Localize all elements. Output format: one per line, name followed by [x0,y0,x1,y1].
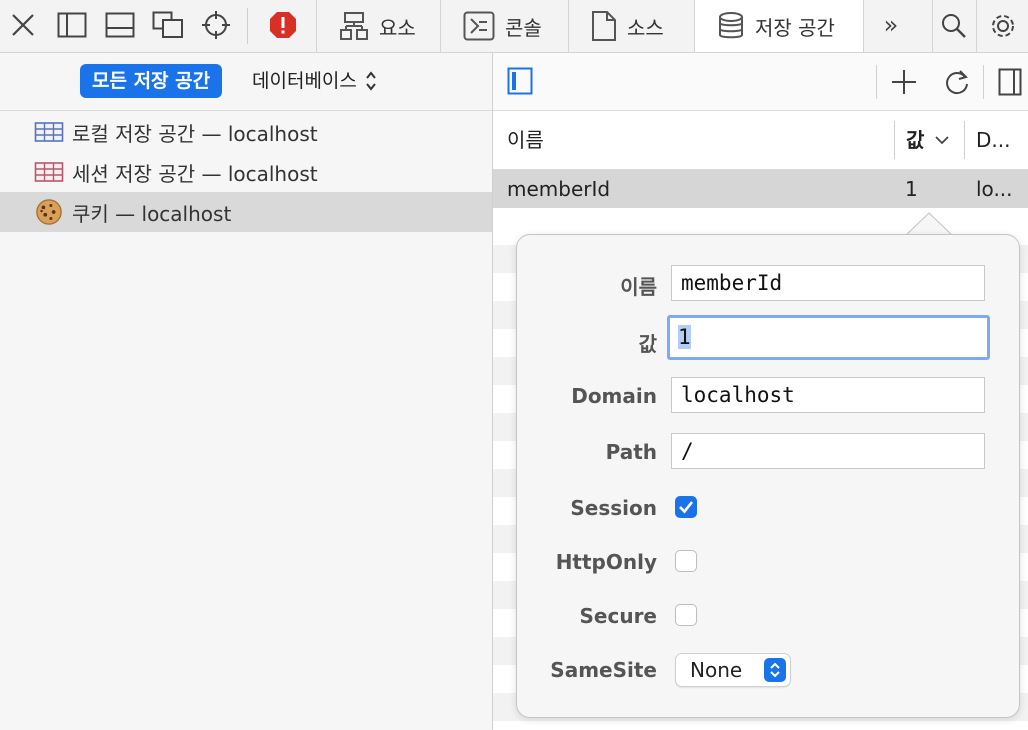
selected-text: 1 [678,325,691,349]
popover-arrow [905,212,953,236]
error-icon[interactable] [266,8,300,42]
httponly-checkbox[interactable] [675,550,697,572]
name-label: 이름 [620,275,657,299]
session-label: Session [570,496,657,520]
samesite-label: SameSite [550,658,657,682]
column-header-domain[interactable]: D... [976,111,1010,169]
path-label: Path [605,440,657,464]
sidebar-left-icon[interactable] [55,8,89,42]
toggle-sidebar-icon[interactable] [507,67,533,99]
session-checkbox[interactable] [675,496,697,518]
samesite-select[interactable]: None [675,653,791,687]
sources-icon [592,11,616,41]
sidebar-item-cookies[interactable]: 쿠키 — localhost [0,192,492,232]
value-label: 값 [638,332,657,356]
toolbar-divider [876,65,877,99]
elements-icon [340,12,368,40]
chevron-updown-icon [366,71,376,91]
secure-checkbox[interactable] [675,604,697,626]
cell-name: memberId [507,177,611,201]
sidebar-item-label: 세션 저장 공간 — localhost [72,161,318,186]
cookie-detail-popover: 이름 memberId 값 1 Domain localhost Path / … [516,234,1020,718]
devtools-toolbar: 요소 콘솔 소스 저장 공간 » [0,0,1028,53]
sidebar-item-local-storage[interactable]: 로컬 저장 공간 — localhost [0,112,492,152]
table-toolbar [493,53,1028,111]
column-header-name[interactable]: 이름 [507,111,544,169]
table-red-icon [34,162,64,182]
table-blue-icon [34,122,64,142]
secure-label: Secure [579,604,658,628]
cookie-name-field[interactable]: memberId [671,265,985,301]
cookie-value-field[interactable]: 1 [667,315,990,360]
table-row[interactable]: memberId 1 lo... [493,170,1028,208]
httponly-label: HttpOnly [555,550,657,574]
detach-window-icon[interactable] [151,8,185,42]
dock-bottom-icon[interactable] [103,8,137,42]
table-header: 이름 값 D... [493,111,1028,170]
checkmark-icon [679,501,694,514]
column-header-value[interactable]: 값 [906,111,924,169]
tab-console[interactable]: 콘솔 [440,0,568,52]
chevron-updown-icon [764,658,786,682]
more-tabs-button[interactable]: » [864,0,918,52]
sidebar-item-label: 쿠키 — localhost [72,201,232,226]
refresh-icon[interactable] [943,67,971,101]
tab-label: 소스 [627,15,664,40]
tab-storage[interactable]: 저장 공간 [694,0,864,52]
all-storage-filter-button[interactable]: 모든 저장 공간 [80,64,223,98]
tab-label: 저장 공간 [755,15,835,40]
target-icon[interactable] [199,8,233,42]
sort-chevron-down-icon [935,136,949,145]
cookie-domain-field[interactable]: localhost [671,377,985,413]
sidebar-item-label: 로컬 저장 공간 — localhost [72,121,318,146]
tab-sources[interactable]: 소스 [568,0,694,52]
database-select[interactable]: 데이터베이스 [252,64,377,98]
toolbar-divider [983,65,984,99]
column-divider [964,121,965,159]
storage-sidebar: 모든 저장 공간 데이터베이스 로컬 저장 공간 — localhost 세션 … [0,53,493,730]
tab-elements[interactable]: 요소 [316,0,440,52]
sidebar-right-icon[interactable] [998,68,1022,100]
database-select-label: 데이터베이스 [252,70,357,92]
cookie-path-field[interactable]: / [671,433,985,469]
tab-label: 요소 [379,15,416,40]
tab-label: 콘솔 [505,15,542,40]
column-divider [894,121,895,159]
console-icon [463,11,495,41]
cookie-icon [36,199,62,225]
domain-label: Domain [571,384,657,408]
toolbar-divider [247,8,248,44]
samesite-value: None [690,658,743,682]
storage-icon [719,12,743,39]
cell-value: 1 [905,177,918,201]
sidebar-item-session-storage[interactable]: 세션 저장 공간 — localhost [0,152,492,192]
close-icon[interactable] [6,8,40,42]
search-icon[interactable] [932,0,975,52]
sidebar-header: 모든 저장 공간 데이터베이스 [0,53,492,111]
cell-domain: lo... [976,177,1013,201]
gear-icon[interactable] [976,0,1028,52]
add-icon[interactable] [890,68,918,100]
